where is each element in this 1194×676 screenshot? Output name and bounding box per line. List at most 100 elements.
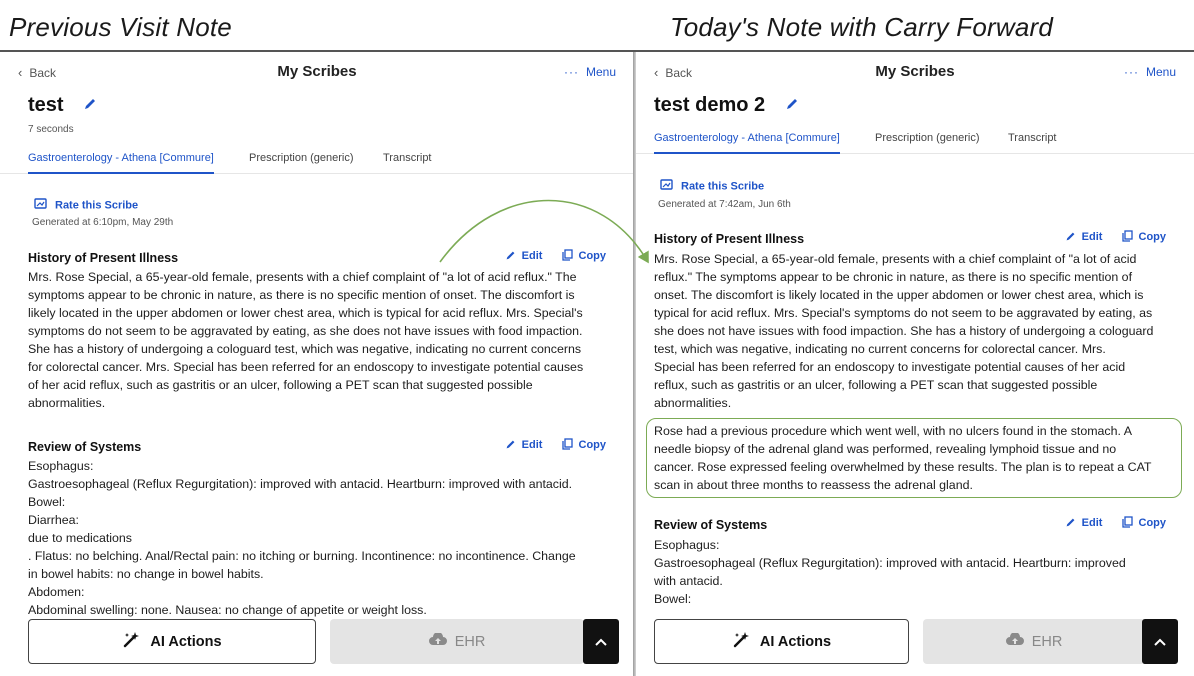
copy-button[interactable]: Copy [561, 438, 606, 451]
edit-label: Edit [1081, 231, 1103, 244]
edit-button[interactable]: Edit [1065, 517, 1103, 531]
pencil-icon [505, 250, 516, 264]
ros-text: Esophagus: Gastroesophageal (Reflux Regu… [654, 536, 1126, 608]
back-button[interactable]: ‹ Back [654, 65, 692, 80]
copy-label: Copy [1138, 517, 1167, 530]
tab-prescription[interactable]: Prescription (generic) [875, 132, 980, 154]
text-line: She has a history of undergoing a cologu… [28, 342, 582, 356]
ai-actions-button[interactable]: AI Actions [28, 619, 316, 664]
text-line: with antacid. [654, 574, 723, 588]
generated-timestamp: Generated at 6:10pm, May 29th [32, 217, 174, 228]
text-line: Esophagus: [654, 538, 720, 552]
nav-bar: ‹ Back My Scribes ··· Menu [0, 62, 634, 84]
pencil-icon [1065, 517, 1076, 531]
rate-scribe-link[interactable]: Rate this Scribe [34, 198, 138, 213]
text-line: needle biopsy of the adrenal gland was p… [654, 442, 1117, 456]
copy-button[interactable]: Copy [1121, 230, 1167, 245]
text-line: for colorectal cancer. Mrs. Special has … [28, 360, 584, 374]
section-actions: Edit Copy [505, 438, 606, 453]
menu-button[interactable]: ··· Menu [564, 65, 616, 79]
ehr-button[interactable]: EHR [923, 619, 1145, 664]
text-line: Diarrhea: [28, 513, 79, 527]
ehr-button[interactable]: EHR [330, 619, 584, 664]
text-line: cancer. Rose expressed feeling overwhelm… [654, 460, 1152, 474]
copy-label: Copy [1138, 231, 1167, 244]
expand-up-button[interactable] [583, 619, 619, 664]
section-actions: Edit Copy [1065, 516, 1166, 531]
copy-icon [1121, 516, 1133, 531]
note-title: test demo 2 [654, 94, 799, 117]
text-line: in bowel habits: no change in bowel habi… [28, 567, 264, 581]
hpi-text: Mrs. Rose Special, a 65-year-old female,… [28, 268, 583, 412]
text-line: Abdomen: [28, 585, 85, 599]
tab-bar: Gastroenterology - Athena [Commure] Pres… [0, 148, 634, 174]
menu-button[interactable]: ··· Menu [1124, 65, 1176, 79]
todays-note-panel: ‹ Back My Scribes ··· Menu test demo 2 Gas… [636, 52, 1194, 676]
edit-button[interactable]: Edit [505, 250, 542, 264]
rate-label: Rate this Scribe [681, 180, 765, 193]
copy-icon [1121, 230, 1133, 245]
section-header-hpi: History of Present Illness Edit Copy [654, 230, 1176, 248]
section-title: Review of Systems [28, 440, 142, 454]
chevron-left-icon: ‹ [18, 65, 23, 80]
copy-icon [561, 249, 573, 264]
text-line: test, which was negative, indicating no … [654, 342, 1106, 356]
nav-title: My Scribes [277, 63, 357, 80]
nav-title: My Scribes [875, 63, 955, 80]
rate-icon [660, 179, 673, 194]
tab-prescription[interactable]: Prescription (generic) [249, 152, 354, 174]
menu-label: Menu [585, 65, 616, 79]
section-header-ros: Review of Systems Edit Copy [654, 516, 1176, 534]
tab-gastroenterology[interactable]: Gastroenterology - Athena [Commure] [654, 132, 840, 154]
tab-gastroenterology[interactable]: Gastroenterology - Athena [Commure] [28, 152, 214, 174]
chevron-up-icon [595, 633, 607, 651]
more-icon: ··· [563, 65, 579, 79]
text-line: symptoms do not seem to be aggravated by… [28, 324, 583, 338]
tab-transcript[interactable]: Transcript [383, 152, 432, 174]
edit-button[interactable]: Edit [1065, 231, 1103, 244]
back-button[interactable]: ‹ Back [18, 65, 56, 80]
edit-button[interactable]: Edit [505, 439, 543, 453]
edit-label: Edit [1081, 517, 1103, 530]
text-line: she does not have issues with food impac… [654, 324, 1154, 338]
ai-actions-button[interactable]: AI Actions [654, 619, 909, 664]
hpi-text: Mrs. Rose Special, a 65-year-old female,… [654, 250, 1153, 412]
tab-bar: Gastroenterology - Athena [Commure] Pres… [636, 128, 1194, 154]
note-title: test [28, 94, 97, 117]
rate-label: Rate this Scribe [55, 199, 139, 212]
more-icon: ··· [1123, 65, 1139, 79]
back-label: Back [29, 66, 57, 80]
expand-up-button[interactable] [1142, 619, 1178, 664]
edit-title-pencil-icon[interactable] [83, 94, 97, 117]
magic-wand-icon [122, 631, 140, 653]
rate-scribe-link[interactable]: Rate this Scribe [660, 179, 764, 194]
ai-actions-label: AI Actions [759, 633, 832, 650]
generated-timestamp: Generated at 7:42am, Jun 6th [658, 199, 791, 210]
ehr-label: EHR [454, 633, 486, 650]
section-header-hpi: History of Present Illness Edit Copy [28, 249, 616, 267]
text-line: abnormalities. [654, 396, 732, 410]
menu-label: Menu [1145, 65, 1176, 79]
text-line: abnormalities. [28, 396, 106, 410]
copy-label: Copy [578, 250, 607, 263]
text-line: Mrs. Rose Special, a 65-year-old female,… [28, 270, 577, 284]
text-line: symptoms appear to be chronic in nature,… [28, 288, 575, 302]
cloud-upload-icon [428, 632, 447, 650]
copy-button[interactable]: Copy [1121, 516, 1167, 531]
text-line: Rose had a previous procedure which went… [654, 424, 1132, 438]
previous-note-panel: ‹ Back My Scribes ··· Menu test 7 seconds … [0, 52, 634, 676]
copy-button[interactable]: Copy [561, 249, 607, 264]
ai-actions-label: AI Actions [150, 633, 222, 650]
bottom-action-bar: AI Actions EHR [636, 618, 1194, 676]
edit-label: Edit [521, 439, 543, 452]
rate-icon [34, 198, 47, 213]
note-title-text: test [28, 94, 64, 116]
pencil-icon [505, 439, 516, 453]
cloud-upload-icon [1005, 632, 1024, 650]
carry-forward-text: Rose had a previous procedure which went… [654, 422, 1152, 494]
tab-transcript[interactable]: Transcript [1008, 132, 1057, 154]
section-title: Review of Systems [654, 518, 768, 532]
note-title-text: test demo 2 [654, 94, 766, 116]
duration-label: 7 seconds [28, 124, 74, 135]
edit-title-pencil-icon[interactable] [785, 94, 799, 117]
